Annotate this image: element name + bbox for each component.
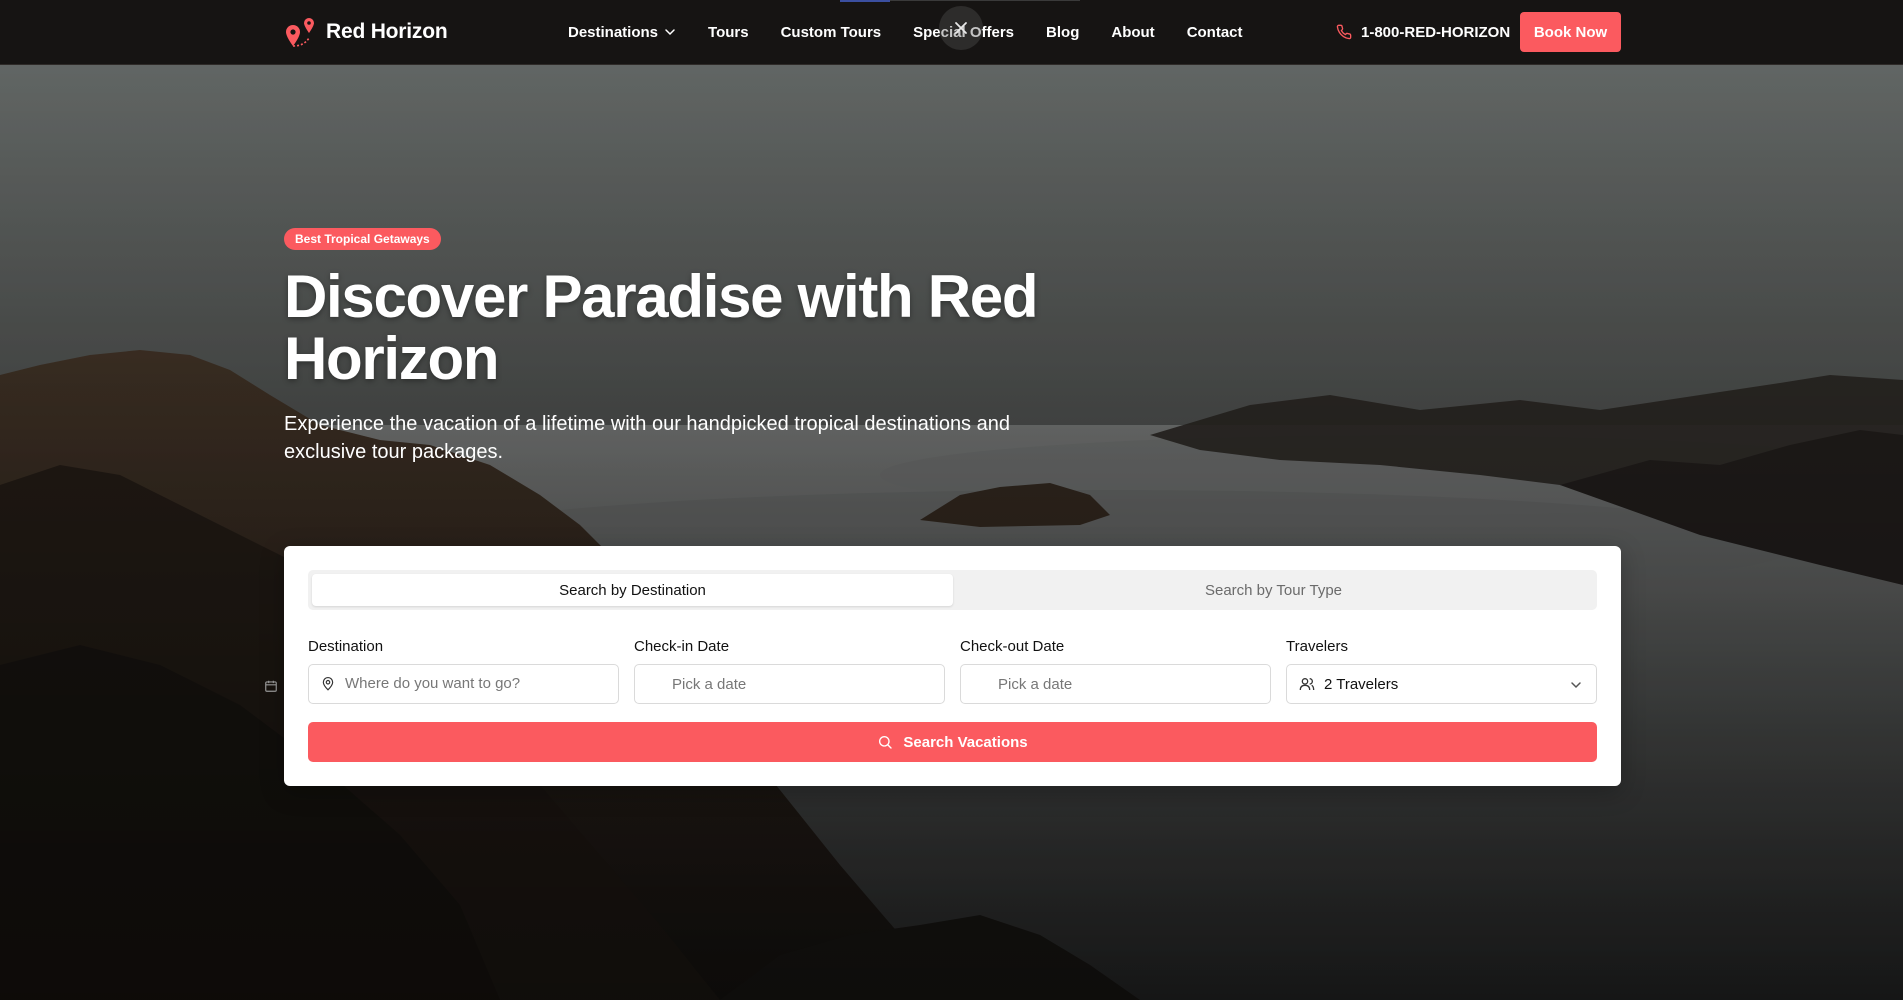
checkout-placeholder: Pick a date	[998, 675, 1073, 693]
nav-item-label: Custom Tours	[780, 23, 882, 41]
travelers-value: 2 Travelers	[1324, 675, 1399, 693]
checkin-field: Check-in Date Pick a date	[634, 638, 945, 704]
search-card: Search by Destination Search by Tour Typ…	[284, 546, 1621, 786]
destination-field: Destination	[308, 638, 619, 704]
nav-item-blog[interactable]: Blog	[1046, 24, 1079, 41]
chevron-down-icon	[665, 29, 675, 36]
chevron-down-icon	[1570, 678, 1582, 696]
checkin-date-picker[interactable]: Pick a date	[634, 664, 945, 704]
nav-progress-indicator	[840, 0, 890, 2]
nav-item-contact[interactable]: Contact	[1187, 24, 1243, 41]
checkin-placeholder: Pick a date	[672, 675, 747, 693]
destination-input-wrapper[interactable]	[308, 664, 619, 704]
checkout-field: Check-out Date Pick a date	[960, 638, 1271, 704]
nav-item-custom-tours[interactable]: Custom Tours	[781, 24, 882, 41]
travelers-select[interactable]: 2 Travelers	[1286, 664, 1597, 704]
nav-item-label: Contact	[1186, 23, 1243, 41]
search-vacations-button[interactable]: Search Vacations	[308, 722, 1597, 762]
phone-link[interactable]: 1-800-RED-HORIZON	[1336, 0, 1510, 64]
search-button-label: Search Vacations	[903, 733, 1028, 751]
nav-item-label: About	[1111, 23, 1155, 41]
nav-divider	[890, 0, 1080, 1]
hero-badge: Best Tropical Getaways	[284, 228, 441, 250]
checkout-label: Check-out Date	[960, 638, 1065, 655]
hero-section: Best Tropical Getaways Discover Paradise…	[0, 65, 1903, 1000]
nav-item-label: Tours	[708, 23, 749, 41]
nav-item-about[interactable]: About	[1111, 24, 1154, 41]
travelers-label: Travelers	[1286, 638, 1348, 655]
checkout-date-picker[interactable]: Pick a date	[960, 664, 1271, 704]
destination-label: Destination	[308, 638, 384, 655]
site-header: Red Horizon Destinations Tours Custom To…	[0, 0, 1903, 65]
map-pin-logo-icon	[284, 16, 318, 48]
nav-item-label: Destinations	[568, 23, 659, 41]
nav-item-tours[interactable]: Tours	[708, 24, 749, 41]
main-nav: Destinations Tours Custom Tours Special …	[568, 0, 1243, 64]
close-button[interactable]	[939, 6, 983, 50]
nav-item-destinations[interactable]: Destinations	[568, 24, 676, 41]
hero-subtitle: Experience the vacation of a lifetime wi…	[284, 413, 1010, 463]
search-tabs: Search by Destination Search by Tour Typ…	[308, 570, 1597, 610]
destination-input[interactable]	[345, 665, 605, 701]
travelers-field: Travelers 2 Travelers	[1286, 638, 1597, 704]
phone-icon	[1336, 24, 1352, 40]
users-icon	[1299, 676, 1315, 697]
brand-logo[interactable]: Red Horizon	[284, 16, 448, 48]
brand-name: Red Horizon	[326, 20, 448, 43]
tab-search-by-tour-type[interactable]: Search by Tour Type	[953, 574, 1594, 606]
phone-number: 1-800-RED-HORIZON	[1361, 23, 1511, 41]
hero-title: Discover Paradise with Red Horizon	[284, 263, 1038, 392]
close-icon	[955, 22, 967, 34]
tab-search-by-destination[interactable]: Search by Destination	[312, 574, 953, 606]
search-icon	[879, 736, 893, 749]
hero-background-image	[0, 65, 1903, 1000]
nav-item-label: Blog	[1046, 23, 1080, 41]
map-pin-icon	[321, 676, 335, 697]
calendar-icon	[264, 679, 278, 698]
book-now-button[interactable]: Book Now	[1520, 12, 1621, 52]
checkin-label: Check-in Date	[634, 638, 730, 655]
